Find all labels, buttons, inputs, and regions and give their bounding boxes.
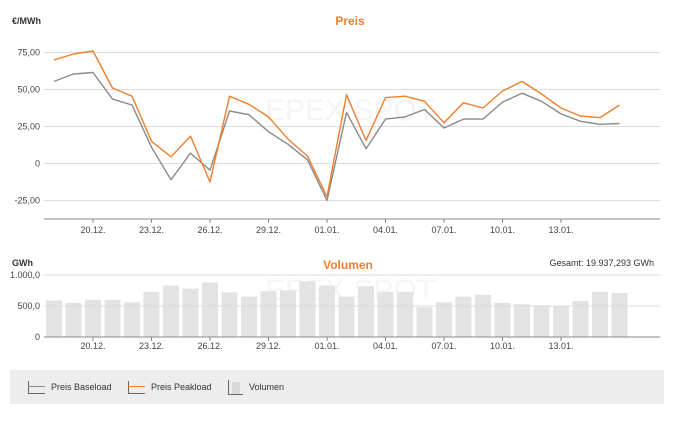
volume-bar <box>494 302 511 337</box>
price-watermark: EPEX SPOT <box>265 94 435 127</box>
price-x-tick-label: 23.12. <box>139 225 164 235</box>
legend-item-volumen[interactable]: Volumen <box>228 370 284 404</box>
price-x-tick-label: 20.12. <box>80 225 105 235</box>
price-x-tick-label: 07.01. <box>431 225 456 235</box>
volume-x-tick-label: 10.01. <box>490 341 515 351</box>
price-y-ticks: 75,00 50,00 25,00 0 -25,00 <box>14 48 40 206</box>
legend-item-baseload[interactable]: Preis Baseload <box>28 370 112 404</box>
volume-bar <box>475 294 491 337</box>
volume-bar <box>182 288 199 337</box>
price-title: Preis <box>335 14 365 28</box>
volume-bar <box>416 307 433 337</box>
price-x-tick-label: 29.12. <box>256 225 281 235</box>
price-y-tick-label: 25,00 <box>17 122 40 132</box>
volume-bar <box>377 291 394 337</box>
price-x-tick-label: 10.01. <box>490 225 515 235</box>
price-y-tick-label: -25,00 <box>14 196 40 206</box>
volume-bar <box>260 291 277 337</box>
volume-y-tick-label: 1.000,0 <box>10 270 40 280</box>
price-x-tick-label: 13.01. <box>548 225 573 235</box>
volume-bar <box>299 281 316 337</box>
volume-bar <box>533 305 550 337</box>
volume-bar <box>221 292 238 337</box>
volume-x-tick-label: 04.01. <box>373 341 398 351</box>
legend-item-peakload[interactable]: Preis Peakload <box>128 370 212 404</box>
line-swatch-icon <box>28 380 45 394</box>
baseload-series-line <box>53 71 620 202</box>
price-y-tick-label: 50,00 <box>17 85 40 95</box>
volume-x-tick-label: 07.01. <box>431 341 456 351</box>
legend-label-volumen: Volumen <box>249 382 285 392</box>
volume-chart: Volumen GWh Gesamt: 19.937,293 GWh EPEX … <box>10 258 660 351</box>
volume-bar <box>85 299 101 337</box>
volume-x-tick-label: 29.12. <box>256 341 281 351</box>
volume-y-unit: GWh <box>12 258 33 268</box>
volume-bar <box>65 302 82 337</box>
volume-bar <box>553 306 569 337</box>
volume-title: Volumen <box>323 258 373 272</box>
price-y-tick-label: 0 <box>35 159 40 169</box>
volume-x-tick-label: 20.12. <box>80 341 105 351</box>
volume-y-ticks: 1.000,0 500,0 0 <box>10 270 40 342</box>
volume-bar <box>241 296 257 337</box>
volume-bar <box>163 285 179 337</box>
volume-total: Gesamt: 19.937,293 GWh <box>549 258 654 268</box>
volume-x-tick-label: 13.01. <box>548 341 573 351</box>
volume-bar <box>338 296 355 337</box>
price-y-unit: €/MWh <box>12 16 41 26</box>
chart-root: Preis €/MWh EPEX SPOT 75,00 50,00 25,00 0 -2… <box>10 14 660 351</box>
bar-swatch-icon <box>228 379 243 395</box>
volume-x-tick-label: 23.12. <box>139 341 164 351</box>
volume-bar <box>280 290 296 337</box>
price-y-tick-label: 75,00 <box>17 48 40 58</box>
volume-bar <box>202 282 218 337</box>
legend-label-baseload: Preis Baseload <box>51 382 112 392</box>
legend: Preis Baseload Preis Peakload Volumen <box>10 370 664 404</box>
volume-x-ticks: 20.12. 23.12. 26.12. 29.12. 01.01. 04.01. 07.0… <box>80 337 574 351</box>
volume-bar <box>104 299 121 337</box>
price-chart: Preis €/MWh EPEX SPOT 75,00 50,00 25,00 0 -2… <box>12 14 660 235</box>
price-x-tick-label: 01.01. <box>314 225 339 235</box>
volume-bar <box>611 292 628 337</box>
volume-x-tick-label: 01.01. <box>314 341 339 351</box>
volume-x-tick-label: 26.12. <box>197 341 222 351</box>
volume-bar <box>514 304 530 337</box>
volume-bar <box>455 296 472 337</box>
volume-bar <box>436 302 452 337</box>
volume-y-tick-label: 500,0 <box>17 301 40 311</box>
volume-bar <box>124 302 140 337</box>
legend-label-peakload: Preis Peakload <box>151 382 212 392</box>
volume-bar <box>592 291 608 337</box>
volume-bar <box>358 286 374 337</box>
volume-y-tick-label: 0 <box>35 332 40 342</box>
price-x-tick-label: 26.12. <box>197 225 222 235</box>
line-swatch-icon <box>128 380 145 394</box>
volume-bar <box>143 291 160 337</box>
volume-bar <box>319 285 335 337</box>
price-grid <box>44 52 660 220</box>
price-x-tick-label: 04.01. <box>373 225 398 235</box>
volume-bar <box>397 291 413 337</box>
price-x-ticks: 20.12. 23.12. 26.12. 29.12. 01.01. 04.01. 07.0… <box>80 219 574 235</box>
